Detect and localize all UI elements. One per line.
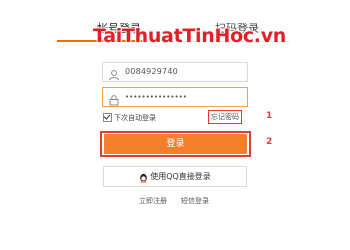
register-link[interactable]: 立即注册 — [139, 196, 167, 206]
sms-login-link[interactable]: 短信登录 — [181, 196, 209, 206]
account-field[interactable]: 0084929740 — [102, 62, 248, 82]
annotation-marker-1: 1 — [266, 111, 273, 121]
remember-checkbox[interactable] — [103, 112, 112, 122]
account-value: 0084929740 — [125, 67, 178, 76]
annotation-marker-2: 2 — [266, 137, 273, 147]
remember-me[interactable]: 下次自动登录 — [103, 112, 156, 123]
qq-login-button[interactable]: 使用QQ直接登录 — [103, 166, 247, 187]
remember-label: 下次自动登录 — [114, 114, 156, 122]
password-value: ••••••••••••••• — [125, 93, 187, 101]
user-icon — [108, 66, 120, 81]
lock-icon — [108, 91, 120, 106]
login-button[interactable]: 登录 — [104, 134, 247, 154]
qq-login-label: 使用QQ直接登录 — [150, 172, 211, 181]
password-field[interactable]: ••••••••••••••• — [102, 87, 248, 107]
forgot-password-link[interactable]: 忘记密码 — [208, 110, 242, 124]
watermark: TaiThuatTinHoc.vn — [93, 25, 287, 47]
qq-penguin-icon — [139, 171, 148, 183]
